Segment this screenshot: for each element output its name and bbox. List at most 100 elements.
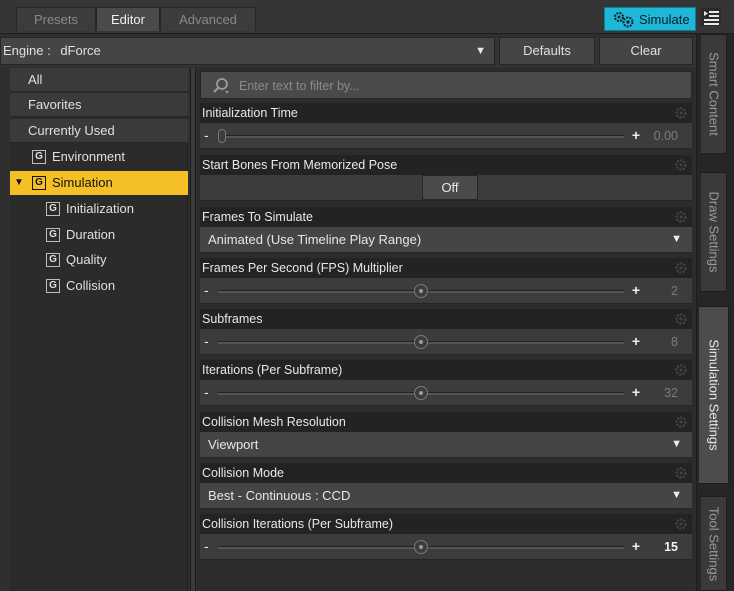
dropdown-value: Animated (Use Timeline Play Range): [208, 232, 422, 247]
slider-subframes[interactable]: - + 8: [200, 329, 692, 355]
slider-knob[interactable]: [414, 335, 428, 349]
slider-track[interactable]: [218, 284, 624, 298]
side-tab-simulation-settings[interactable]: Simulation Settings: [699, 306, 729, 484]
tree-item-all[interactable]: All: [10, 68, 188, 92]
slider-value[interactable]: 15: [644, 540, 678, 554]
tree-item-environment[interactable]: G Environment: [10, 145, 188, 169]
tree-item-initialization[interactable]: G Initialization: [10, 197, 188, 221]
gear-icon[interactable]: [674, 415, 688, 429]
tree-item-label: Quality: [66, 252, 107, 267]
decrement-icon[interactable]: -: [204, 538, 209, 554]
side-tab-label: Draw Settings: [706, 191, 721, 273]
slider-initialization-time[interactable]: - + 0.00: [200, 123, 692, 149]
engine-row: Engine : dForce ▼ Defaults Clear: [0, 37, 696, 67]
decrement-icon[interactable]: -: [204, 384, 209, 400]
filter-input[interactable]: [239, 76, 679, 96]
property-label: Initialization Time: [202, 106, 298, 120]
tree-item-label: Collision: [66, 278, 116, 293]
slider-value[interactable]: 8: [644, 335, 678, 349]
slider-iterations[interactable]: - + 32: [200, 380, 692, 406]
slider-fps-multiplier[interactable]: - + 2: [200, 278, 692, 304]
tree-item-label: Environment: [52, 149, 125, 164]
tree-item-label: Simulation: [52, 175, 113, 190]
increment-icon[interactable]: +: [632, 384, 640, 400]
collision-mode-dropdown[interactable]: Best - Continuous : CCD ▼: [200, 483, 692, 508]
collision-mesh-resolution-dropdown[interactable]: Viewport ▼: [200, 432, 692, 457]
side-tab-smart-content[interactable]: Smart Content: [701, 34, 727, 154]
side-tab-draw-settings[interactable]: Draw Settings: [701, 172, 727, 292]
dropdown-row: Viewport ▼: [200, 432, 692, 458]
gear-icon[interactable]: [674, 261, 688, 275]
property-label: Collision Iterations (Per Subframe): [202, 517, 394, 531]
gear-icon[interactable]: [674, 312, 688, 326]
simulate-label: Simulate: [639, 12, 690, 27]
dropdown-arrow-icon: ▼: [671, 489, 682, 501]
group-icon: G: [46, 278, 60, 293]
side-tab-label: Smart Content: [706, 52, 721, 136]
tab-presets[interactable]: Presets: [16, 7, 96, 31]
expand-triangle-icon[interactable]: ▼: [14, 171, 24, 195]
slider-track[interactable]: [218, 335, 624, 349]
property-start-bones: Start Bones From Memorized Pose Off: [200, 155, 692, 201]
slider-knob[interactable]: [414, 540, 428, 554]
side-tab-label: Tool Settings: [706, 506, 721, 581]
tree-item-quality[interactable]: G Quality: [10, 248, 188, 272]
pane-options-menu-icon[interactable]: [701, 8, 721, 26]
tree-item-collision[interactable]: G Collision: [10, 274, 188, 298]
slider-value[interactable]: 2: [644, 284, 678, 298]
slider-knob[interactable]: [414, 284, 428, 298]
tree-item-simulation[interactable]: ▼ G Simulation: [10, 171, 188, 195]
tree-item-favorites[interactable]: Favorites: [10, 93, 188, 117]
slider-knob[interactable]: [414, 386, 428, 400]
slider-track[interactable]: [218, 540, 624, 554]
increment-icon[interactable]: +: [632, 127, 640, 143]
increment-icon[interactable]: +: [632, 333, 640, 349]
gear-icon[interactable]: [674, 517, 688, 531]
decrement-icon[interactable]: -: [204, 282, 209, 298]
property-label: Frames Per Second (FPS) Multiplier: [202, 261, 403, 275]
dropdown-arrow-icon: ▼: [475, 45, 486, 57]
engine-select[interactable]: Engine : dForce ▼: [0, 37, 495, 65]
tab-advanced[interactable]: Advanced: [160, 7, 256, 31]
tab-editor[interactable]: Editor: [96, 7, 160, 31]
toggle-row: Off: [200, 175, 692, 201]
slider-value[interactable]: 32: [644, 386, 678, 400]
property-label: Iterations (Per Subframe): [202, 363, 343, 377]
pane-splitter[interactable]: [190, 68, 196, 591]
frames-to-simulate-dropdown[interactable]: Animated (Use Timeline Play Range) ▼: [200, 227, 692, 252]
property-label: Frames To Simulate: [202, 210, 313, 224]
dropdown-value: Viewport: [208, 437, 259, 452]
increment-icon[interactable]: +: [632, 538, 640, 554]
property-label: Collision Mesh Resolution: [202, 415, 346, 429]
gear-icon[interactable]: [674, 363, 688, 377]
property-label: Subframes: [202, 312, 263, 326]
dropdown-value: Best - Continuous : CCD: [208, 488, 351, 503]
gear-icon[interactable]: [674, 210, 688, 224]
gear-icon[interactable]: [674, 466, 688, 480]
slider-track[interactable]: [218, 129, 624, 143]
defaults-button[interactable]: Defaults: [499, 37, 595, 65]
tree-item-currently-used[interactable]: Currently Used: [10, 119, 188, 143]
simulate-button[interactable]: Simulate: [604, 7, 696, 31]
off-toggle-button[interactable]: Off: [422, 175, 478, 200]
search-icon[interactable]: [211, 77, 231, 95]
tree-item-duration[interactable]: G Duration: [10, 223, 188, 247]
dropdown-row: Animated (Use Timeline Play Range) ▼: [200, 227, 692, 253]
increment-icon[interactable]: +: [632, 282, 640, 298]
property-subframes: Subframes - + 8: [200, 309, 692, 355]
clear-button[interactable]: Clear: [599, 37, 693, 65]
dropdown-row: Best - Continuous : CCD ▼: [200, 483, 692, 509]
decrement-icon[interactable]: -: [204, 333, 209, 349]
slider-knob[interactable]: [218, 129, 226, 143]
group-icon: G: [32, 175, 46, 190]
gear-icon[interactable]: [674, 158, 688, 172]
property-label: Collision Mode: [202, 466, 284, 480]
slider-collision-iterations[interactable]: - + 15: [200, 534, 692, 560]
side-tab-tool-settings[interactable]: Tool Settings: [701, 496, 727, 591]
property-label: Start Bones From Memorized Pose: [202, 158, 398, 172]
side-tab-strip: Smart Content Draw Settings Simulation S…: [696, 34, 734, 591]
decrement-icon[interactable]: -: [204, 127, 209, 143]
gear-icon[interactable]: [674, 106, 688, 120]
slider-value[interactable]: 0.00: [644, 129, 678, 143]
slider-track[interactable]: [218, 386, 624, 400]
